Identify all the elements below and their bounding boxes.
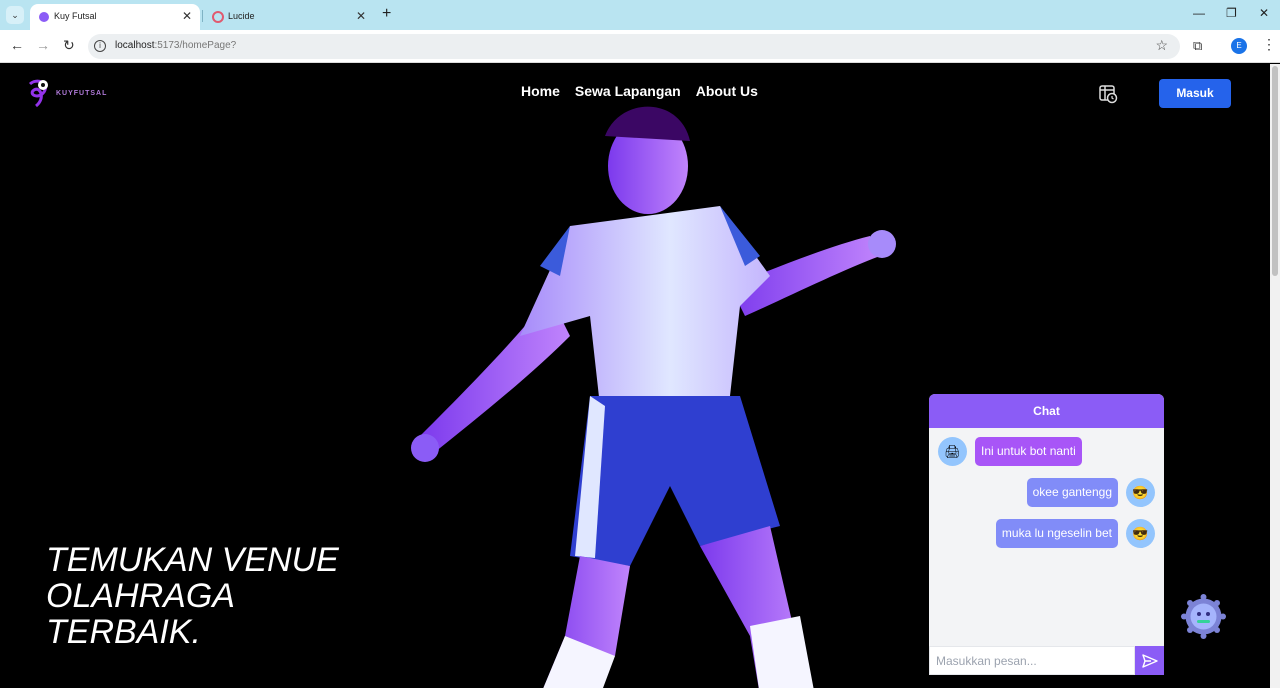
chat-message-user: okee gantengg 😎 xyxy=(1026,478,1155,507)
browser-tabstrip: ⌄ Kuy Futsal ✕ Lucide ✕ + — ❐ ✕ xyxy=(0,0,1280,30)
hero-headline: TEMUKAN VENUE OLAHRAGA TERBAIK. xyxy=(46,542,386,650)
chat-message-user: muka lu ngeselin bet 😎 xyxy=(995,519,1155,548)
url-path: :5173/homePage? xyxy=(154,40,237,51)
url-text[interactable]: localhost:5173/homePage? xyxy=(115,40,236,51)
nav-home[interactable]: Home xyxy=(521,83,560,99)
new-tab-icon[interactable]: + xyxy=(382,5,391,23)
chat-bubble: Ini untuk bot nanti xyxy=(975,437,1082,466)
login-button[interactable]: Masuk xyxy=(1159,79,1231,108)
browser-toolbar: ← → ↻ i localhost:5173/homePage? ☆ ⧉ E ⋮ xyxy=(0,30,1280,63)
tab-divider xyxy=(202,10,203,22)
nav-about-us[interactable]: About Us xyxy=(696,83,758,99)
main-nav: Home Sewa Lapangan About Us xyxy=(521,83,758,99)
chat-panel: Chat 🖨 Ini untuk bot nanti okee gantengg… xyxy=(929,394,1164,675)
chatbot-toggle-icon[interactable] xyxy=(1181,594,1226,639)
booking-history-icon[interactable] xyxy=(1098,84,1118,104)
brand-name: KUYFUTSAL xyxy=(56,89,108,97)
restore-icon[interactable]: ❐ xyxy=(1226,6,1237,20)
send-icon xyxy=(1141,653,1158,668)
nav-sewa-lapangan[interactable]: Sewa Lapangan xyxy=(575,83,681,99)
bot-avatar-icon: 🖨 xyxy=(938,437,967,466)
user-avatar-icon: 😎 xyxy=(1126,478,1155,507)
favicon-icon xyxy=(39,12,49,22)
forward-icon[interactable]: → xyxy=(36,37,50,53)
bookmark-star-icon[interactable]: ☆ xyxy=(1155,37,1168,54)
tab-title: Lucide xyxy=(228,11,255,21)
page-scrollbar[interactable] xyxy=(1270,64,1280,688)
back-icon[interactable]: ← xyxy=(10,37,24,53)
send-button[interactable] xyxy=(1135,646,1164,675)
menu-kebab-icon[interactable]: ⋮ xyxy=(1262,36,1276,53)
lucide-favicon-icon xyxy=(212,11,224,23)
address-bar[interactable]: i localhost:5173/homePage? ☆ xyxy=(88,34,1180,59)
hero-line-3: TERBAIK. xyxy=(46,613,201,651)
profile-avatar[interactable]: E xyxy=(1231,38,1247,54)
chat-message-input[interactable] xyxy=(929,646,1135,675)
hero-line-1: TEMUKAN VENUE xyxy=(46,541,339,579)
tab-kuy-futsal[interactable]: Kuy Futsal ✕ xyxy=(30,4,200,30)
site-info-icon[interactable]: i xyxy=(94,40,106,52)
reload-icon[interactable]: ↻ xyxy=(63,37,75,54)
tab-search-icon[interactable]: ⌄ xyxy=(6,6,24,24)
extensions-icon[interactable]: ⧉ xyxy=(1193,38,1202,54)
chat-bubble: okee gantengg xyxy=(1026,478,1118,507)
kuyfutsal-logo-icon xyxy=(28,79,48,108)
close-tab-icon[interactable]: ✕ xyxy=(182,9,192,23)
chat-message-bot: 🖨 Ini untuk bot nanti xyxy=(938,437,1082,466)
minimize-icon[interactable]: — xyxy=(1193,6,1205,20)
url-host: localhost xyxy=(115,40,155,51)
scrollbar-thumb[interactable] xyxy=(1272,66,1278,276)
chat-bubble: muka lu ngeselin bet xyxy=(995,519,1118,548)
close-tab-icon[interactable]: ✕ xyxy=(356,9,366,23)
hero-player-image xyxy=(411,106,896,688)
hero-line-2: OLAHRAGA xyxy=(46,577,235,615)
brand-logo[interactable]: KUYFUTSAL xyxy=(26,78,107,108)
user-avatar-icon: 😎 xyxy=(1126,519,1155,548)
window-close-icon[interactable]: ✕ xyxy=(1259,6,1269,20)
page-viewport: KUYFUTSAL Home Sewa Lapangan About Us Ma… xyxy=(0,64,1270,688)
tab-lucide[interactable]: Lucide ✕ xyxy=(204,4,374,30)
tab-title: Kuy Futsal xyxy=(54,11,97,21)
chat-header: Chat xyxy=(929,394,1164,428)
